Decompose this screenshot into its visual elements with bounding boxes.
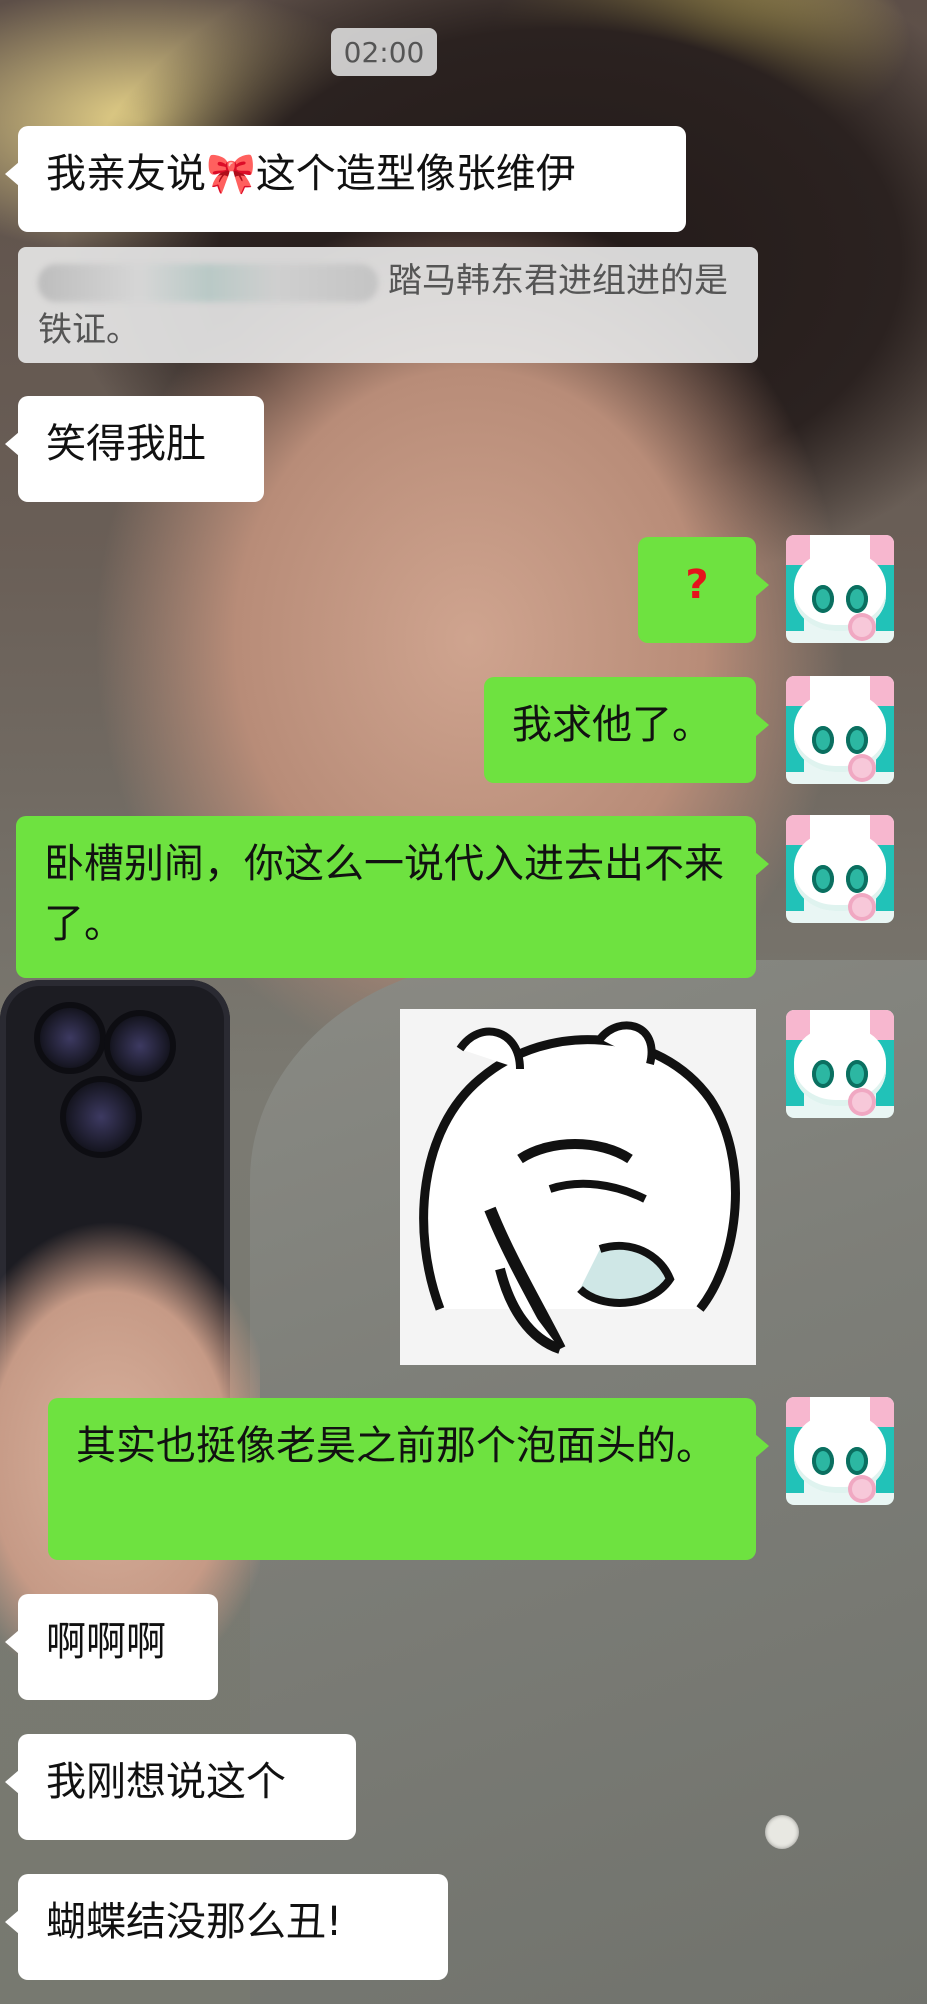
message-bubble-outgoing[interactable]: 我求他了。 [484, 677, 769, 783]
message-bubble-incoming[interactable]: 啊啊啊 [5, 1594, 218, 1700]
message-text: 蝴蝶结没那么丑! [46, 1899, 343, 1945]
blurred-name [38, 263, 378, 302]
rabbit-avatar-icon[interactable] [786, 1397, 894, 1505]
message-text: 我刚想说这个 [46, 1759, 286, 1805]
message-text: 笑得我肚 [46, 421, 206, 467]
shirt-button [765, 1815, 799, 1849]
message-text: 其实也挺像老昊之前那个泡面头的。 [76, 1423, 716, 1469]
message-bubble-incoming[interactable]: 我刚想说这个 [5, 1734, 356, 1840]
message-text: 卧槽别闹，你这么一说代入进去出不来了。 [44, 841, 724, 947]
message-bubble-incoming[interactable]: 蝴蝶结没那么丑! [5, 1874, 448, 1980]
message-text: ? [685, 562, 709, 608]
rabbit-avatar-icon[interactable] [786, 815, 894, 923]
message-text: 啊啊啊 [46, 1619, 166, 1665]
quoted-message[interactable]: 踏马韩东君进组进的是铁证。 [18, 247, 758, 363]
message-bubble-incoming[interactable]: 笑得我肚 [5, 396, 264, 502]
message-text: 我亲友说🎀这个造型像张维伊 [46, 151, 576, 197]
message-bubble-outgoing[interactable]: 其实也挺像老昊之前那个泡面头的。 [48, 1398, 769, 1560]
rabbit-avatar-icon[interactable] [786, 535, 894, 643]
rabbit-sticker[interactable] [400, 1009, 756, 1365]
rabbit-avatar-icon[interactable] [786, 676, 894, 784]
rabbit-avatar-icon[interactable] [786, 1010, 894, 1118]
message-bubble-outgoing[interactable]: ? [638, 537, 769, 643]
message-bubble-incoming[interactable]: 我亲友说🎀这个造型像张维伊 [5, 126, 686, 232]
message-text: 我求他了。 [512, 702, 712, 748]
timestamp-chip: 02:00 [331, 28, 437, 76]
message-bubble-outgoing[interactable]: 卧槽别闹，你这么一说代入进去出不来了。 [16, 816, 769, 978]
rabbit-sticker-icon [400, 1009, 756, 1365]
